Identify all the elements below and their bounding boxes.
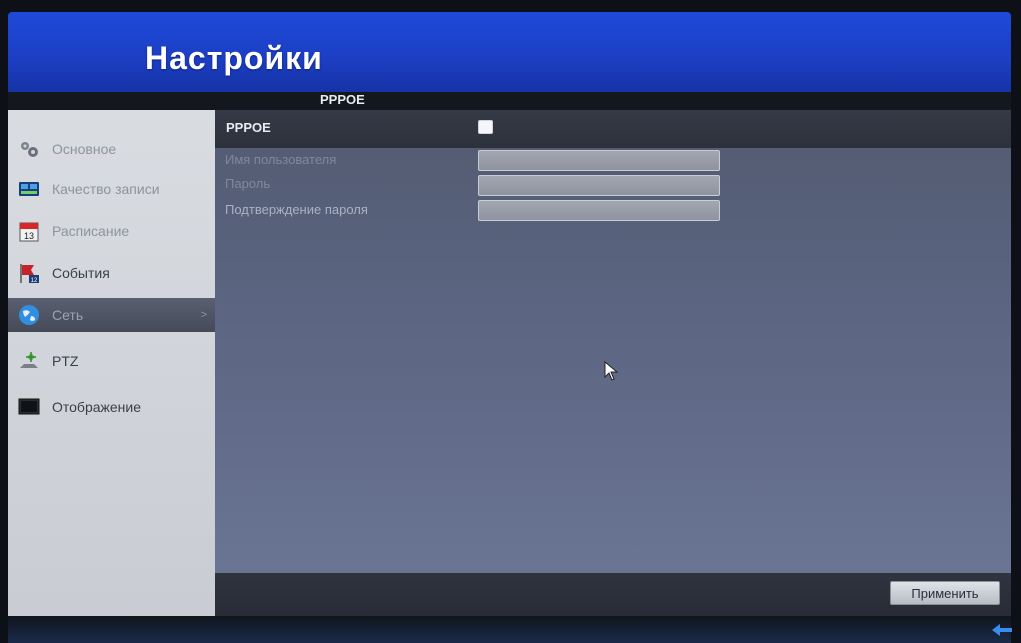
sidebar-item-label: Отображение xyxy=(52,399,142,415)
sidebar-item-events[interactable]: 12 События xyxy=(8,256,215,290)
header-bar: Настройки xyxy=(8,12,1011,92)
sidebar-item-record-quality[interactable]: Качество записи xyxy=(8,172,215,206)
sidebar-item-network[interactable]: Сеть > xyxy=(8,298,215,332)
page-title: Настройки xyxy=(145,40,323,76)
action-bar: Применить xyxy=(215,573,1011,616)
sidebar-item-label: Основное xyxy=(52,141,117,157)
footer-bar xyxy=(8,616,1011,643)
sidebar-item-label: PTZ xyxy=(52,353,79,369)
network-globe-icon xyxy=(18,304,40,326)
password-label: Пароль xyxy=(225,176,271,191)
calendar-icon: 13 xyxy=(18,220,40,242)
username-label: Имя пользователя xyxy=(225,152,337,167)
password-field[interactable] xyxy=(478,175,720,196)
sidebar: Основное Качество записи 13 Расписание 1… xyxy=(8,110,215,616)
mouse-cursor-icon xyxy=(604,361,619,381)
sidebar-item-label: События xyxy=(52,265,110,281)
sidebar-item-label: Качество записи xyxy=(52,181,160,197)
password-confirm-label: Подтверждение пароля xyxy=(225,202,368,217)
section-title: PPPOE xyxy=(320,92,365,107)
password-confirm-field[interactable] xyxy=(478,200,720,221)
display-monitor-icon xyxy=(18,396,40,418)
back-arrow-icon[interactable] xyxy=(990,622,1014,638)
section-strip xyxy=(8,92,1011,110)
sidebar-item-schedule[interactable]: 13 Расписание xyxy=(8,214,215,248)
sidebar-item-label: Расписание xyxy=(52,223,130,239)
dvr-settings-screen: Настройки PPPOE Основное Качество записи… xyxy=(0,0,1021,643)
pppoe-settings-panel: PPPOE Имя пользователя Пароль Подтвержде… xyxy=(215,110,1011,573)
username-field[interactable] xyxy=(478,150,720,171)
chevron-right-icon: > xyxy=(200,309,207,321)
pppoe-enable-checkbox[interactable] xyxy=(478,120,493,134)
pppoe-enable-row: PPPOE xyxy=(215,110,1011,148)
sidebar-item-label: Сеть xyxy=(52,307,84,323)
sidebar-item-general[interactable]: Основное xyxy=(8,132,215,166)
svg-text:12: 12 xyxy=(31,278,38,284)
record-quality-icon xyxy=(18,178,40,200)
svg-text:13: 13 xyxy=(24,231,34,241)
ptz-camera-icon xyxy=(18,350,40,372)
apply-button[interactable]: Применить xyxy=(890,581,1000,605)
pppoe-label: PPPOE xyxy=(226,120,271,135)
sidebar-item-display[interactable]: Отображение xyxy=(8,390,215,424)
events-flag-icon: 12 xyxy=(18,262,40,284)
sidebar-item-ptz[interactable]: PTZ xyxy=(8,344,215,378)
gear-icon xyxy=(18,138,40,160)
